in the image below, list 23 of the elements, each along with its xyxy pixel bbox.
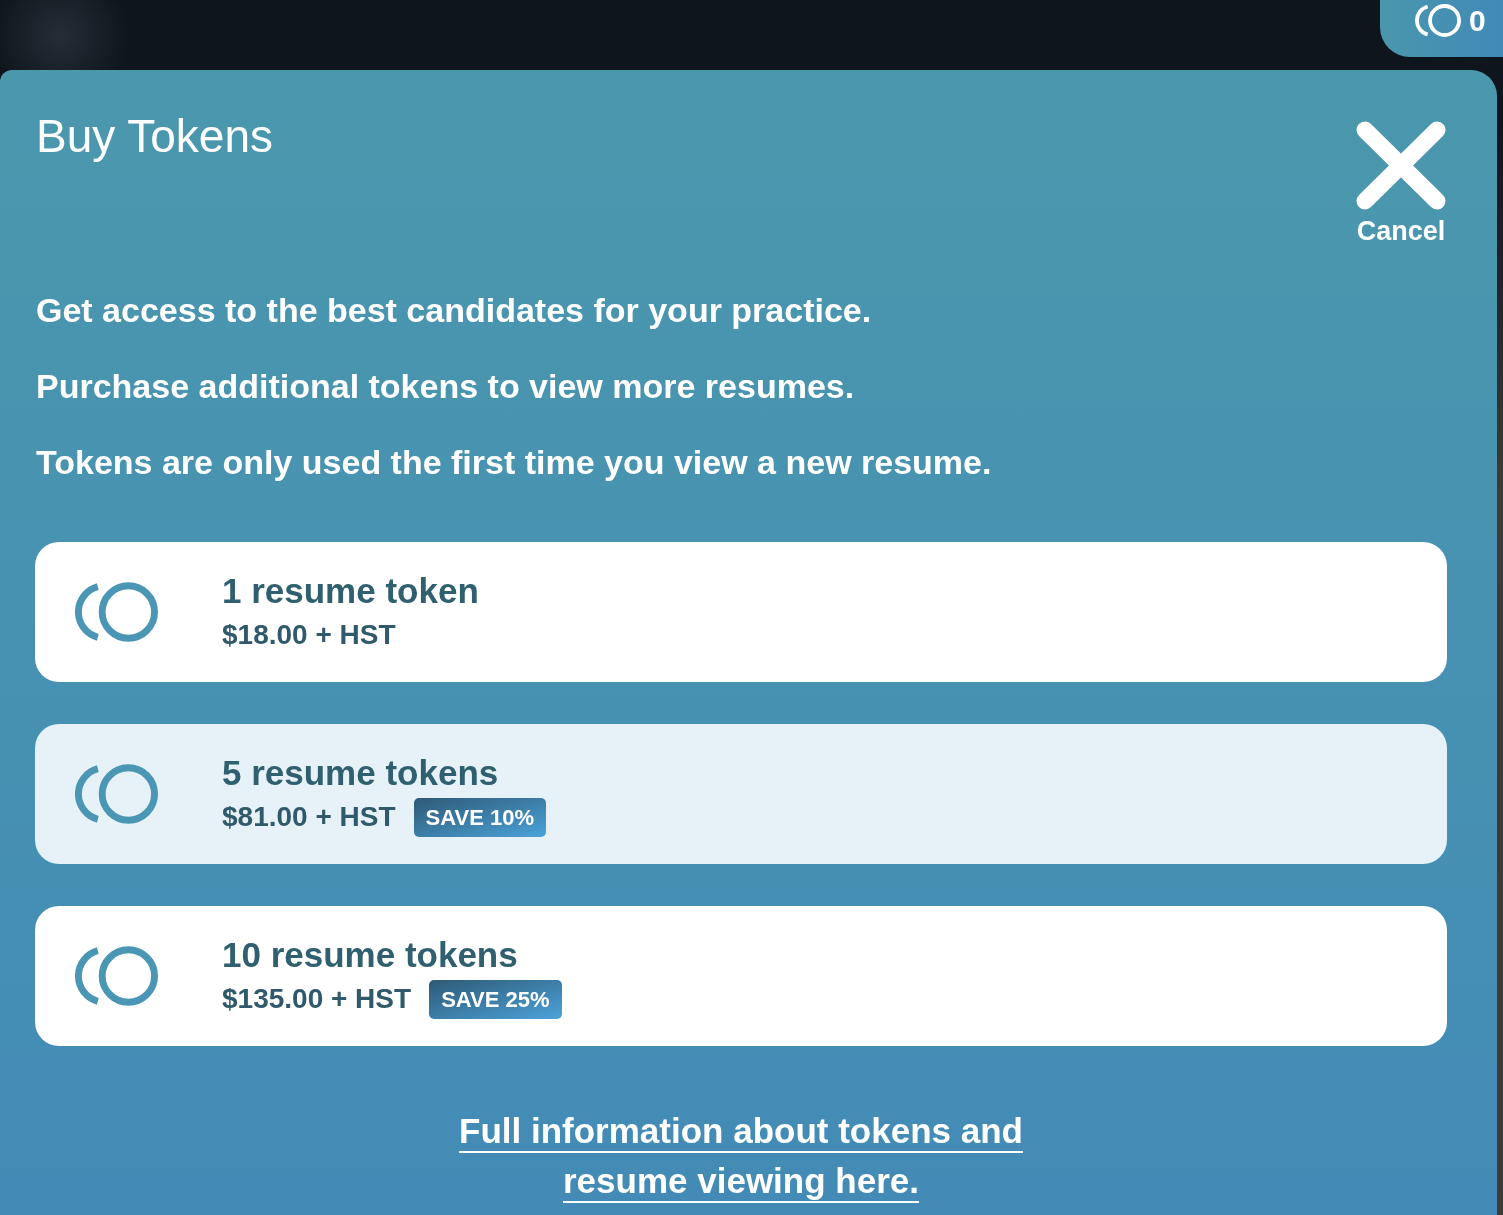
info-link[interactable]: Full information about tokens and resume viewing here.: [441, 1106, 1041, 1206]
description-text: Tokens are only used the first time you view a new resume.: [36, 442, 993, 483]
token-balance-button[interactable]: 0: [1380, 0, 1503, 57]
package-price: $81.00 + HST: [222, 800, 396, 834]
package-price: $135.00 + HST: [222, 982, 412, 1016]
description-text: Purchase additional tokens to view more resumes.: [36, 366, 856, 407]
package-price: $18.00 + HST: [222, 618, 396, 652]
token-icon: [75, 946, 158, 1006]
package-title: 5 resume tokens: [222, 751, 500, 794]
package-title: 10 resume tokens: [222, 933, 519, 976]
token-icon: [75, 764, 158, 824]
discount-badge: SAVE 10%: [413, 797, 546, 837]
close-icon: [1355, 120, 1447, 211]
token-icon: [1415, 4, 1461, 37]
token-package-option[interactable]: 1 resume token $18.00 + HST: [35, 542, 1447, 682]
description-text: Get access to the best candidates for your practice.: [36, 290, 873, 331]
token-icon: [75, 582, 158, 642]
token-package-option[interactable]: 5 resume tokens $81.00 + HST SAVE 10%: [35, 724, 1447, 864]
discount-badge: SAVE 25%: [429, 979, 562, 1019]
modal-title: Buy Tokens: [35, 109, 273, 164]
cancel-button[interactable]: Cancel: [1355, 120, 1447, 247]
package-title: 1 resume token: [222, 569, 479, 612]
token-package-option[interactable]: 10 resume tokens $135.00 + HST SAVE 25%: [35, 906, 1447, 1046]
